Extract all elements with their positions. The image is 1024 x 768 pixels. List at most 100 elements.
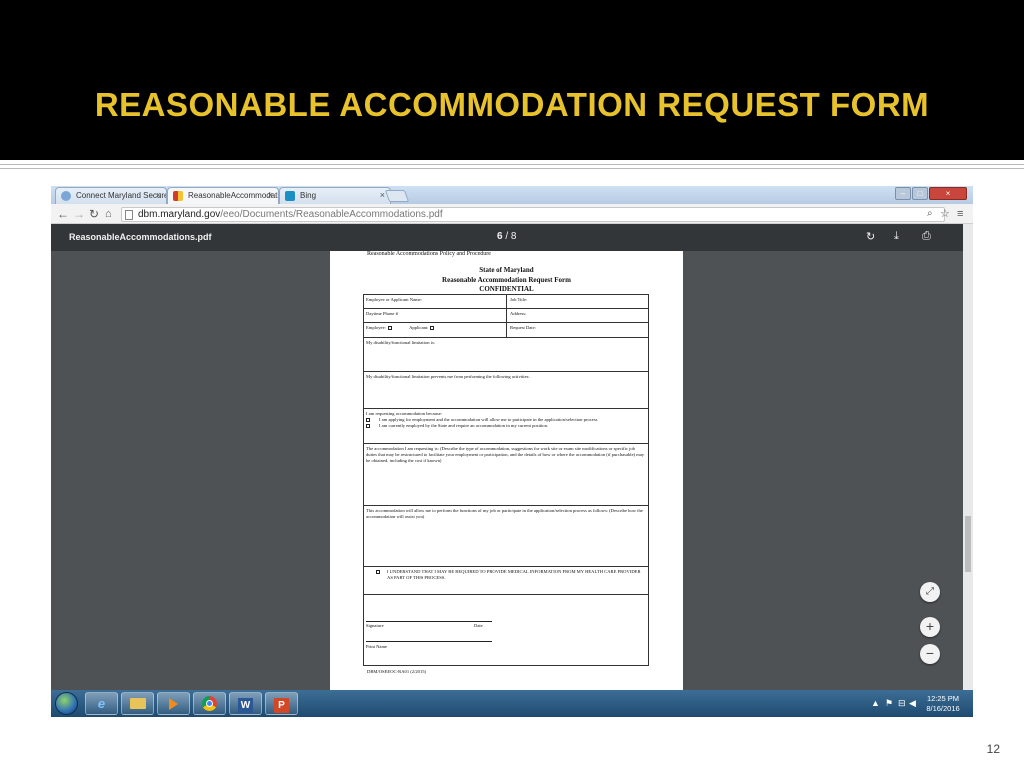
tab-reasonable-accommodations[interactable]: ReasonableAccommodati × — [167, 187, 279, 204]
form-row-medical: I UNDERSTAND THAT I MAY BE REQUIRED TO P… — [364, 567, 648, 595]
address-label: Address: — [510, 311, 527, 316]
url-path: /eeo/Documents/ReasonableAccommodations.… — [220, 209, 443, 220]
signature-label: Signature — [366, 623, 384, 628]
form-row-reason: I am requesting accommodation because: I… — [364, 409, 648, 444]
new-tab-button[interactable] — [384, 190, 410, 202]
menu-icon[interactable]: ≡ — [957, 206, 963, 222]
scrollbar-thumb[interactable] — [965, 516, 971, 572]
daytime-phone-label: Daytime Phone # — [366, 311, 398, 316]
zoom-magnifier-icon[interactable]: ⌕ — [927, 206, 933, 222]
start-button[interactable] — [55, 692, 78, 715]
rotate-icon[interactable]: ↻ — [866, 230, 875, 243]
network-icon[interactable]: ⊟ — [898, 698, 906, 709]
benefit-description: This accommodation will allow me to perf… — [366, 508, 643, 519]
show-hidden-icons[interactable]: ▲ — [871, 698, 880, 708]
url-host: dbm.maryland.gov — [138, 209, 221, 220]
applicant-checkbox — [430, 325, 435, 330]
close-icon[interactable]: × — [380, 190, 385, 200]
slide: REASONABLE ACCOMMODATION REQUEST FORM Co… — [0, 0, 1024, 768]
back-arrow-icon[interactable]: ← — [57, 206, 69, 222]
tab-label: ReasonableAccommodati — [188, 191, 279, 200]
vertical-scrollbar[interactable] — [963, 224, 973, 699]
forward-arrow-icon[interactable]: → — [73, 206, 85, 222]
tab-strip: Connect Maryland Secure × ReasonableAcco… — [51, 186, 973, 204]
page-indicator: 6 / 8 — [497, 231, 516, 242]
media-player-icon[interactable] — [157, 692, 190, 715]
header-rule-top — [0, 164, 1024, 165]
home-icon[interactable]: ⌂ — [105, 206, 112, 222]
tab-bing[interactable]: Bing × — [279, 187, 391, 204]
globe-icon — [61, 191, 71, 201]
print-icon[interactable]: ⎙ — [922, 230, 931, 243]
bookmark-star-icon[interactable]: ☆ — [940, 206, 950, 222]
request-date-label: Request Date: — [510, 325, 536, 330]
date-label: Date — [474, 623, 483, 628]
tab-label: Connect Maryland Secure — [76, 191, 167, 200]
tab-connect-maryland[interactable]: Connect Maryland Secure × — [55, 187, 167, 204]
minimize-button[interactable]: – — [895, 187, 911, 200]
window-close-button[interactable]: × — [929, 187, 967, 200]
slide-number: 12 — [986, 742, 1000, 756]
form-row-status: Employee: Applicant: Request Date: — [364, 323, 648, 338]
reason-employee-text: I am currently employed by the State and… — [379, 422, 549, 428]
form-title-main: Reasonable Accommodation Request Form — [442, 276, 571, 284]
pdf-page: Reasonable Accommodations Policy and Pro… — [330, 251, 683, 695]
current-page[interactable]: 6 — [497, 231, 503, 242]
form-row-name: Employee or Applicant Name: Job Title: — [364, 295, 648, 309]
slide-title: REASONABLE ACCOMMODATION REQUEST FORM — [94, 86, 930, 123]
medical-acknowledgment: I UNDERSTAND THAT I MAY BE REQUIRED TO P… — [376, 569, 645, 581]
medical-checkbox — [376, 570, 380, 574]
pdf-toolbar: ReasonableAccommodations.pdf 6 / 8 ↻ ⤓ ⎙ — [51, 224, 963, 251]
reason-employee-checkbox — [366, 423, 370, 428]
clock-date: 8/16/2016 — [926, 704, 960, 713]
zoom-in-button[interactable]: + — [920, 617, 940, 637]
volume-icon[interactable]: ◀ — [909, 698, 916, 709]
chrome-icon[interactable] — [193, 692, 226, 715]
close-icon[interactable]: × — [268, 190, 273, 200]
form-title-state: State of Maryland — [479, 266, 534, 274]
status-options: Employee: Applicant: — [366, 325, 436, 330]
applicant-label: Applicant: — [409, 325, 429, 330]
form-row-limitations: My disability/functional limitation prev… — [364, 372, 648, 409]
header-band — [0, 0, 1024, 160]
address-bar[interactable]: dbm.maryland.gov/eeo/Documents/Reasonabl… — [121, 207, 945, 222]
request-form-table: Employee or Applicant Name: Job Title: D… — [363, 294, 649, 666]
fit-to-page-button[interactable]: ⤢ — [920, 582, 940, 602]
reload-icon[interactable]: ↻ — [89, 206, 99, 222]
running-header: Reasonable Accommodations Policy and Pro… — [367, 251, 491, 257]
employee-name-label: Employee or Applicant Name: — [366, 297, 423, 302]
internet-explorer-icon[interactable]: e — [85, 692, 118, 715]
bing-icon — [285, 191, 295, 201]
file-explorer-icon[interactable] — [121, 692, 154, 715]
accommodation-description: The accommodation I am requesting is: (D… — [366, 446, 645, 463]
page-icon — [125, 210, 133, 220]
job-title-label: Job Title: — [510, 297, 528, 302]
form-row-signature: Signature Date Print Name — [364, 595, 648, 665]
print-name-label: Print Name — [366, 644, 388, 649]
header-rule-bottom — [0, 168, 1024, 169]
system-clock[interactable]: 12:25 PM 8/16/2016 — [919, 694, 967, 714]
print-name-line — [366, 641, 492, 642]
flag-icon[interactable]: ⚑ — [885, 698, 893, 709]
clock-time: 12:25 PM — [926, 694, 960, 703]
navigation-bar: ← → ↻ ⌂ dbm.maryland.gov/eeo/Documents/R… — [51, 204, 973, 224]
zoom-out-button[interactable]: − — [920, 644, 940, 664]
employee-label: Employee: — [366, 325, 386, 330]
maximize-button[interactable]: □ — [912, 187, 928, 200]
browser-screenshot: Connect Maryland Secure × ReasonableAcco… — [51, 186, 973, 717]
download-icon[interactable]: ⤓ — [894, 230, 899, 243]
signature-line — [366, 621, 492, 622]
close-icon[interactable]: × — [156, 190, 161, 200]
powerpoint-icon[interactable]: P — [265, 692, 298, 715]
limitations-label: My disability/functional limitation prev… — [366, 374, 530, 379]
form-title-confidential: CONFIDENTIAL — [479, 285, 534, 293]
reason-applicant-checkbox — [366, 417, 370, 422]
disability-label: My disability/functional limitation is: — [366, 340, 436, 345]
word-icon[interactable]: W — [229, 692, 262, 715]
employee-checkbox — [387, 325, 392, 330]
form-row-accommodation: The accommodation I am requesting is: (D… — [364, 444, 648, 506]
pdf-filename: ReasonableAccommodations.pdf — [69, 232, 212, 242]
maryland-flag-icon — [173, 191, 183, 201]
reason-block: I am requesting accommodation because: I… — [366, 411, 645, 429]
tab-label: Bing — [300, 191, 317, 200]
